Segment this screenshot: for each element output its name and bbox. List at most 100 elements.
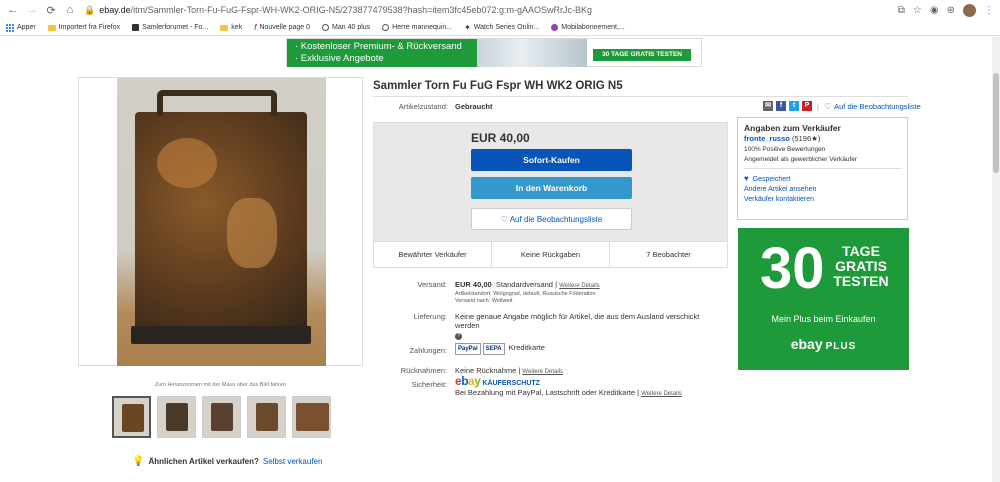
condition-value: Gebraucht	[455, 102, 493, 111]
facebook-icon[interactable]: f	[776, 101, 786, 111]
delivery-value: Keine genaue Angabe möglich für Artikel,…	[455, 312, 715, 340]
bookmark-herre-mannequin[interactable]: Herre mannequin...	[382, 24, 452, 31]
bookmark-kek[interactable]: kek	[220, 24, 242, 31]
back-icon[interactable]: ←	[6, 4, 20, 16]
extension-icon[interactable]: ◉	[930, 5, 939, 16]
stats-row: Bewährter Verkäufer Keine Rückgaben 7 Be…	[374, 241, 727, 267]
sell-yourself-link[interactable]: Selbst verkaufen	[263, 457, 323, 466]
pinterest-icon[interactable]: P	[802, 101, 812, 111]
home-icon[interactable]: ⌂	[63, 4, 77, 16]
paren: )	[817, 134, 821, 143]
heart-icon[interactable]: ♡	[824, 102, 831, 111]
bookmark-star-icon[interactable]: ☆	[913, 5, 922, 16]
ships-to: Versand nach: Weltweit	[455, 298, 513, 304]
condition-label: Artikelzustand:	[398, 102, 448, 111]
sell-question: Ähnlichen Artikel verkaufen?	[148, 457, 259, 466]
payment-value: PayPal SEPA Kreditkarte	[455, 343, 545, 355]
main-product-image[interactable]	[117, 78, 326, 366]
globe-icon	[382, 24, 390, 31]
sepa-logo: SEPA	[482, 343, 505, 355]
profile-avatar[interactable]	[963, 3, 976, 17]
bookmark-label: kek	[231, 24, 243, 31]
rust-patch	[227, 198, 277, 268]
security-value: ebay KÄUFERSCHUTZ Bei Bezahlung mit PayPa…	[455, 374, 682, 397]
main-image-frame[interactable]	[78, 77, 363, 366]
bookmark-apps[interactable]: Apper	[6, 23, 36, 32]
ebay-logo: ebay	[455, 374, 481, 388]
bookmark-mobilabonnement[interactable]: Mobilabonnement,...	[551, 24, 625, 31]
ad-logo-plus: PLUS	[825, 341, 857, 352]
security-label: Sicherheit:	[411, 380, 447, 389]
info-icon[interactable]: ?	[455, 333, 462, 340]
stat-watchers: 7 Beobachter	[646, 250, 691, 259]
promo-banner[interactable]: · Kostenloser Premium- & Rückversand · E…	[286, 38, 702, 67]
reload-icon[interactable]: ⟳	[44, 4, 58, 17]
protection-text: Bei Bezahlung mit PayPal, Lastschrift od…	[455, 388, 636, 397]
contact-seller-link[interactable]: Verkäufer kontaktieren	[744, 196, 901, 203]
payment-label: Zahlungen:	[409, 346, 447, 355]
ad-gratis: GRATIS	[835, 258, 887, 274]
browser-toolbar: ← → ⟳ ⌂ 🔒 ebay.de/itm/Sammler-Torn-Fu-Fu…	[0, 0, 1000, 20]
bookmark-watch-series[interactable]: ✦ Watch Series Onlin...	[464, 23, 539, 32]
shipping-details-link[interactable]: Weitere Details	[559, 283, 600, 289]
item-title: Sammler Torn Fu FuG Fspr WH WK2 ORIG N5	[373, 80, 623, 92]
bookmark-firefox[interactable]: Importert fra Firefox	[47, 24, 120, 31]
seller-name-link[interactable]: fronte_russo	[744, 134, 790, 143]
url-host: ebay.de	[99, 5, 131, 15]
extension-icon-2[interactable]: ⊛	[947, 5, 955, 16]
add-to-cart-button[interactable]: In den Warenkorb	[471, 177, 632, 199]
bookmark-label: Herre mannequin...	[392, 24, 453, 31]
payment-card: Kreditkarte	[508, 343, 545, 352]
shipping-label: Versand:	[417, 280, 447, 289]
email-icon[interactable]: ✉	[763, 101, 773, 111]
thumbnail-3[interactable]	[202, 396, 241, 438]
ebay-plus-ad[interactable]: 30 TAGE GRATIS TESTEN Mein Plus beim Ein…	[738, 228, 909, 370]
returns-details-link[interactable]: Weitere Details	[522, 369, 563, 375]
translate-icon[interactable]: ⧉	[898, 5, 905, 16]
bookmark-label: Man 40 plus	[332, 24, 371, 31]
delivery-label: Lieferung:	[413, 312, 447, 321]
bookmark-samlerforumet[interactable]: Samlerforumet - Fo...	[132, 24, 208, 31]
watchlist-link[interactable]: Auf die Beobachtungsliste	[834, 102, 921, 111]
site-favicon	[551, 24, 559, 31]
divider	[744, 168, 901, 169]
bookmarks-bar: Apper Importert fra Firefox Samlerforume…	[0, 20, 1000, 36]
seller-heading: Angaben zum Verkäufer	[744, 123, 841, 133]
returns-label: Rücknahmen:	[400, 366, 447, 375]
bookmark-man-40-plus[interactable]: Man 40 plus	[322, 24, 370, 31]
forward-icon[interactable]: →	[25, 4, 39, 16]
thumbnail-4[interactable]	[247, 396, 286, 438]
ad-trial-text: TAGE GRATIS TESTEN	[828, 244, 894, 289]
ad-logo-text: ebay	[790, 336, 823, 352]
menu-icon[interactable]: ⋮	[984, 5, 994, 16]
banner-photo	[477, 39, 587, 67]
banner-cta-button[interactable]: 30 TAGE GRATIS TESTEN	[593, 49, 691, 61]
heart-icon: ♡	[500, 215, 510, 224]
star-icon: ★	[811, 134, 818, 143]
lightbulb-icon: 💡	[132, 456, 145, 467]
watch-button[interactable]: ♡ Auf die Beobachtungsliste	[471, 208, 632, 230]
folder-icon	[220, 24, 229, 31]
banner-line-2: · Exklusive Angebote	[295, 53, 384, 64]
thumbnail-5[interactable]	[292, 396, 331, 438]
buy-now-button[interactable]: Sofort-Kaufen	[471, 149, 632, 171]
bookmark-nouvelle-page[interactable]: f Nouvelle page 0	[254, 23, 310, 32]
saved-seller-link[interactable]: ♥ Gespeichert	[744, 174, 901, 183]
other-items-link[interactable]: Andere Artikel ansehen	[744, 186, 901, 193]
jerrycan-body	[135, 112, 307, 338]
address-bar[interactable]: ebay.de/itm/Sammler-Torn-Fu-FuG-Fspr-WH-…	[99, 5, 898, 15]
watch-label: Auf die Beobachtungsliste	[509, 215, 603, 224]
thumbnail-2[interactable]	[157, 396, 196, 438]
thumbnail-1[interactable]	[112, 396, 151, 438]
bookmark-label: Mobilabonnement,...	[561, 24, 625, 31]
twitter-icon[interactable]: t	[789, 101, 799, 111]
scrollbar[interactable]	[992, 37, 1000, 482]
divider	[373, 96, 908, 97]
scrollbar-thumb[interactable]	[993, 73, 999, 173]
url-path: /itm/Sammler-Torn-Fu-FuG-Fspr-WH-WK2-ORI…	[130, 5, 592, 15]
protection-details-link[interactable]: Weitere Details	[641, 391, 682, 397]
feedback-score[interactable]: (5196	[792, 134, 811, 143]
zoom-hint: Zum Heranzoomen mit der Maus über das Bi…	[154, 382, 287, 388]
lock-icon[interactable]: 🔒	[84, 5, 95, 16]
ebay-plus-logo: ebay PLUS	[738, 336, 909, 352]
